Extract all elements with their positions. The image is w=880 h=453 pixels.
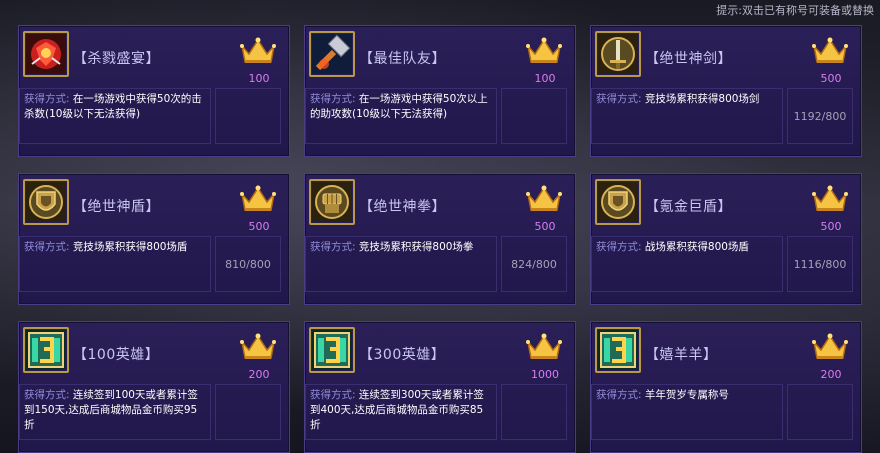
card-title: 【100英雄】 (73, 347, 160, 363)
sword-shield-icon (595, 31, 641, 77)
title-card[interactable]: 【绝世神剑】 500 获得方式: 竞技场累积获得800场剑 1192/800 (590, 25, 862, 157)
crown-icon (526, 333, 562, 359)
description-box: 获得方式: 竞技场累积获得800场剑 (591, 88, 783, 144)
shield-icon (595, 179, 641, 225)
title-card[interactable]: 【绝世神盾】 500 获得方式: 竞技场累积获得800场盾 810/800 (18, 173, 290, 305)
crown-icon (240, 333, 276, 359)
title-card[interactable]: 【最佳队友】 100 获得方式: 在一场游戏中获得50次以上的助攻数(10级以下… (304, 25, 576, 157)
crown-icon (240, 185, 276, 211)
desc-text: 竞技场累积获得800场剑 (644, 93, 760, 105)
points-value: 200 (248, 368, 270, 381)
crown-icon (240, 37, 276, 63)
progress-box (215, 384, 281, 440)
points-value: 100 (248, 72, 270, 85)
description-box: 获得方式: 羊年贺岁专属称号 (591, 384, 783, 440)
progress-box (215, 88, 281, 144)
title-card[interactable]: 【杀戮盛宴】 100 获得方式: 在一场游戏中获得50次的击杀数(10级以下无法… (18, 25, 290, 157)
points-value: 200 (820, 368, 842, 381)
points-value: 500 (820, 220, 842, 233)
progress-box (501, 88, 567, 144)
points-value: 500 (534, 220, 556, 233)
title-card[interactable]: 【氪金巨盾】 500 获得方式: 战场累积获得800场盾 1116/800 (590, 173, 862, 305)
progress-box: 1116/800 (787, 236, 853, 292)
description-box: 获得方式: 竞技场累积获得800场拳 (305, 236, 497, 292)
card-title: 【绝世神拳】 (359, 199, 446, 215)
desc-label: 获得方式: (24, 93, 70, 105)
desc-label: 获得方式: (596, 93, 642, 105)
progress-box: 824/800 (501, 236, 567, 292)
desc-text: 战场累积获得800场盾 (644, 241, 749, 253)
desc-label: 获得方式: (596, 389, 642, 401)
crown-icon (812, 333, 848, 359)
crown-icon (812, 37, 848, 63)
description-box: 获得方式: 连续签到100天或者累计签到150天,达成后商城物品金币购买95折 (19, 384, 211, 440)
progress-box: 810/800 (215, 236, 281, 292)
desc-text: 羊年贺岁专属称号 (644, 389, 729, 401)
points-value: 100 (534, 72, 556, 85)
description-box: 获得方式: 连续签到300天或者累计签到400天,达成后商城物品金币购买85折 (305, 384, 497, 440)
desc-label: 获得方式: (24, 241, 70, 253)
title-card[interactable]: 【嬉羊羊】 200 获得方式: 羊年贺岁专属称号 (590, 321, 862, 453)
fist-icon (309, 179, 355, 225)
desc-label: 获得方式: (596, 241, 642, 253)
progress-box (787, 384, 853, 440)
desc-label: 获得方式: (310, 93, 356, 105)
desc-text: 竞技场累积获得800场拳 (358, 241, 474, 253)
number-3-icon (595, 327, 641, 373)
description-box: 获得方式: 战场累积获得800场盾 (591, 236, 783, 292)
crown-icon (812, 185, 848, 211)
title-card[interactable]: 【100英雄】 200 获得方式: 连续签到100天或者累计签到150天,达成后… (18, 321, 290, 453)
card-title: 【氪金巨盾】 (645, 199, 732, 215)
description-box: 获得方式: 在一场游戏中获得50次的击杀数(10级以下无法获得) (19, 88, 211, 144)
title-card[interactable]: 【300英雄】 1000 获得方式: 连续签到300天或者累计签到400天,达成… (304, 321, 576, 453)
card-title: 【绝世神盾】 (73, 199, 160, 215)
card-title: 【绝世神剑】 (645, 51, 732, 67)
desc-label: 获得方式: (24, 389, 70, 401)
desc-label: 获得方式: (310, 241, 356, 253)
card-title: 【最佳队友】 (359, 51, 446, 67)
progress-box (501, 384, 567, 440)
description-box: 获得方式: 竞技场累积获得800场盾 (19, 236, 211, 292)
card-title: 【300英雄】 (359, 347, 446, 363)
card-title: 【嬉羊羊】 (645, 347, 718, 363)
red-dragon-icon (23, 31, 69, 77)
number-3-icon (23, 327, 69, 373)
desc-label: 获得方式: (310, 389, 356, 401)
hint-text: 提示:双击已有称号可装备或替换 (716, 4, 874, 17)
points-value: 500 (820, 72, 842, 85)
shield-icon (23, 179, 69, 225)
title-card[interactable]: 【绝世神拳】 500 获得方式: 竞技场累积获得800场拳 824/800 (304, 173, 576, 305)
desc-text: 竞技场累积获得800场盾 (72, 241, 188, 253)
crown-icon (526, 185, 562, 211)
points-value: 500 (248, 220, 270, 233)
hammer-icon (309, 31, 355, 77)
progress-box: 1192/800 (787, 88, 853, 144)
points-value: 1000 (531, 368, 559, 381)
description-box: 获得方式: 在一场游戏中获得50次以上的助攻数(10级以下无法获得) (305, 88, 497, 144)
crown-icon (526, 37, 562, 63)
number-3-icon (309, 327, 355, 373)
card-title: 【杀戮盛宴】 (73, 51, 160, 67)
